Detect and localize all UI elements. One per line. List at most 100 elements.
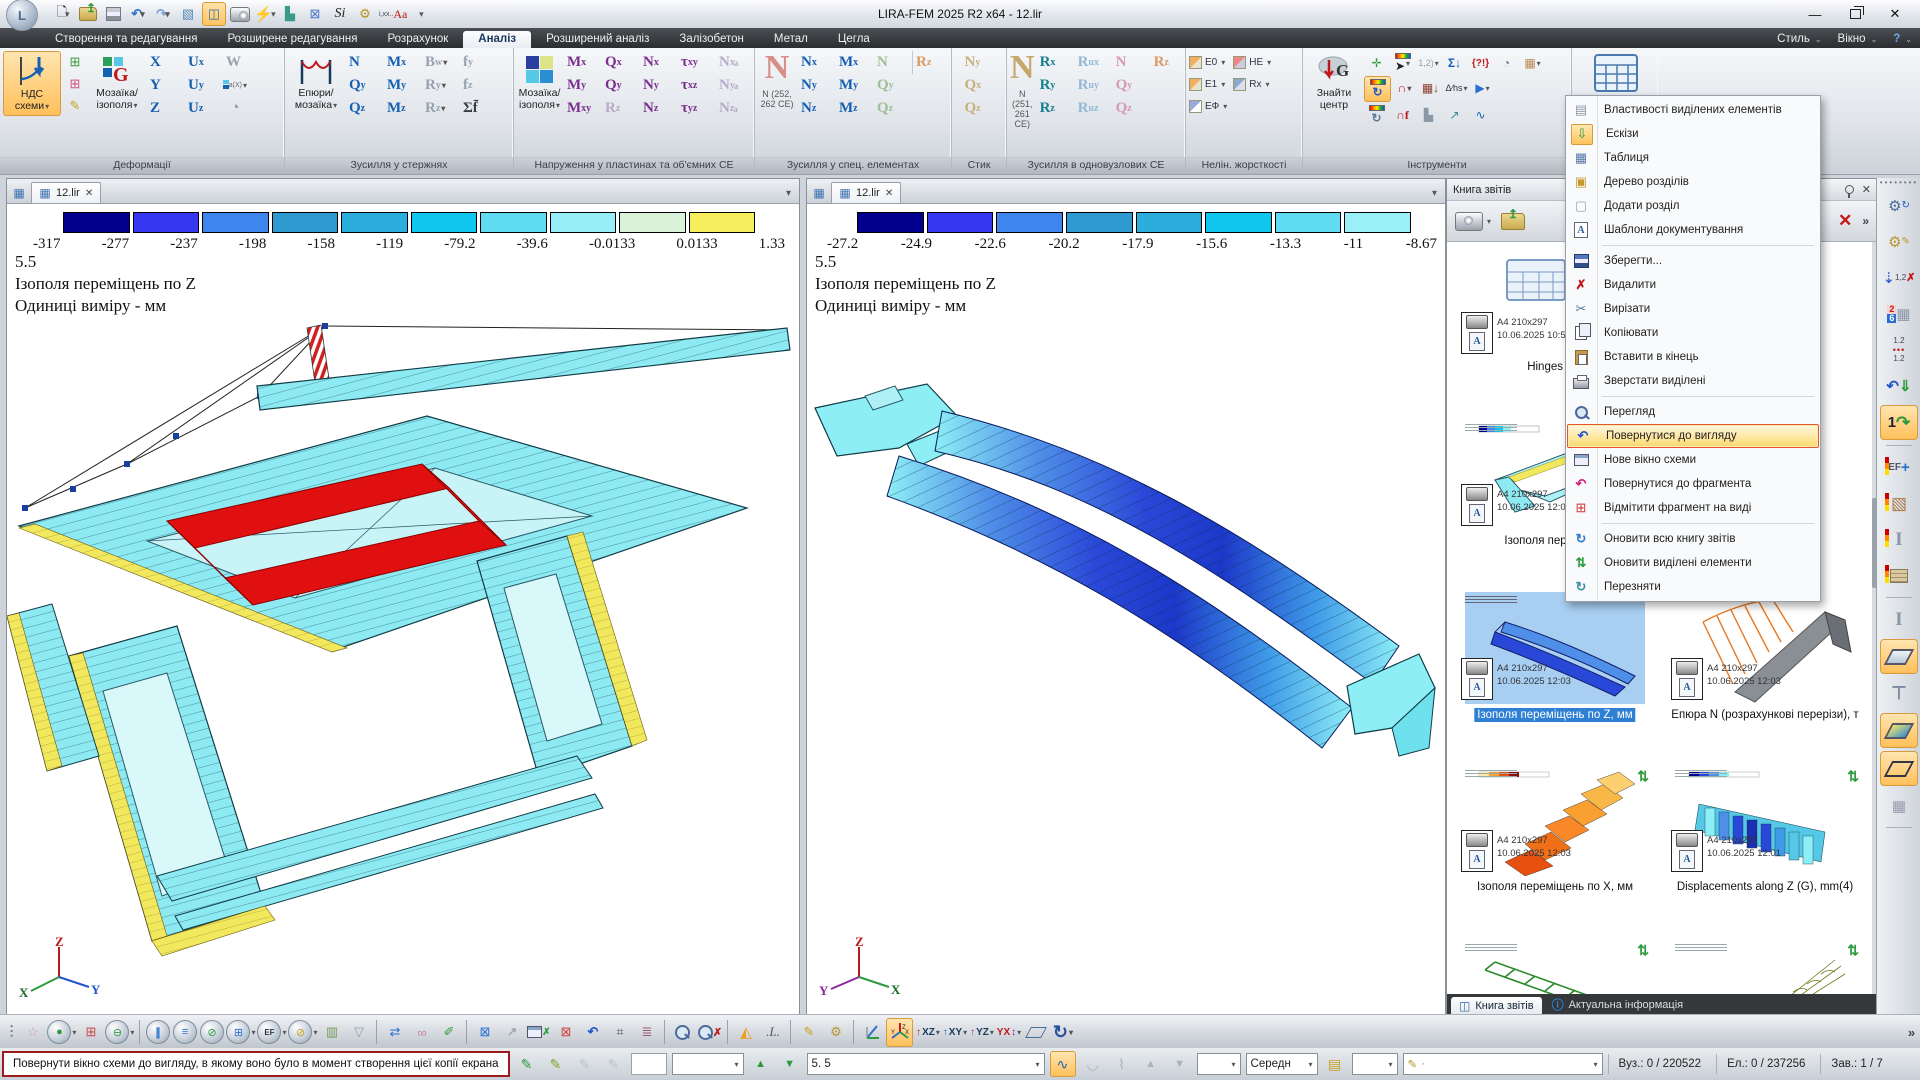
draw-pencil-icon[interactable]: ✎ [796, 1019, 821, 1046]
mesh-plate-icon[interactable]: ▦ [1881, 789, 1917, 822]
masonry-results-icon[interactable] [1881, 559, 1917, 592]
load-case-combo[interactable]: 5. 5▾ [807, 1053, 1045, 1075]
deformed-toggle-icon[interactable]: ∿ [1050, 1051, 1076, 1077]
cursor-scale-icon[interactable]: ➤▾ [1390, 51, 1415, 75]
settings-wrench-icon[interactable]: ⚙ [354, 3, 376, 25]
delta-hs-icon[interactable]: Δ∕hs▾ [1444, 76, 1469, 100]
result-letter-Qx[interactable]: Qx [602, 51, 638, 74]
select-grid-icon[interactable]: ⊞▾ [226, 1019, 255, 1046]
result-letter-Ny[interactable]: Ny [798, 74, 834, 97]
fragment-axes-icon[interactable]: ↗ [499, 1019, 524, 1046]
si-units-icon[interactable]: Si [329, 3, 351, 25]
menu-item-sketches[interactable]: ⇩Ескізи [1566, 122, 1820, 146]
select-horizontal-elements-icon[interactable]: ≡ [172, 1019, 197, 1046]
mosaic-isofields-button[interactable]: G Мозаїка/ ізополя▾ [89, 51, 145, 114]
new-document-icon[interactable]: 🗋▾ [52, 3, 74, 25]
local-epure-icon[interactable]: ∩f [1390, 103, 1415, 127]
t-section-icon[interactable]: ⊤ [1881, 677, 1917, 710]
ef-button[interactable]: ЕФ▾ [1189, 95, 1227, 117]
scale-refresh-icon[interactable]: ↻ [1364, 76, 1391, 102]
gear-pencil-icon[interactable]: ⚙ [823, 1019, 848, 1046]
result-letter-Rz[interactable]: Rz [602, 97, 638, 120]
result-letter-Ry[interactable]: Ry▾ [422, 74, 458, 97]
viewport-left-canvas[interactable]: -317-277-237-198-158-119-79.2-39.6-0.013… [7, 204, 799, 1015]
measure-pencil-icon[interactable]: ✎ [63, 95, 87, 117]
filter-icon[interactable]: ▽ [346, 1019, 371, 1046]
toolbar-options-icon[interactable]: ▾ [410, 3, 432, 25]
import-report-icon[interactable] [1501, 213, 1525, 230]
result-letter-τxy[interactable]: τxy [678, 51, 714, 74]
down-toggle-icon[interactable]: ▼ [1168, 1052, 1192, 1076]
menu-item-recapture[interactable]: ↻Перезняти [1566, 575, 1820, 599]
report-item-isofields-x[interactable]: ⇅ A A4 210x29710.06.2025 12:03 Ізополя п… [1455, 766, 1655, 894]
select-nodes-icon[interactable]: ●▾ [47, 1019, 76, 1046]
volume-cube-icon[interactable]: ▧ [1881, 487, 1917, 520]
run-analysis-icon[interactable]: ⚡▾ [254, 3, 276, 25]
tabbar-collapse-icon[interactable]: ▾ [786, 188, 799, 203]
prev-load-icon[interactable]: ▲ [749, 1052, 773, 1076]
report-item-partial-right[interactable]: ⇅ [1665, 940, 1865, 994]
menu-item-refresh-book[interactable]: ↻Оновити всю книгу звітів [1566, 527, 1820, 551]
fragment-hide-unselected-icon[interactable]: ⊠ [553, 1019, 578, 1046]
report-item-partial-left[interactable]: ⇅ [1455, 940, 1655, 994]
result-letter-Rz[interactable]: Rz [913, 51, 949, 74]
font-settings-icon[interactable]: i,xx..Aa [379, 3, 407, 25]
toolbar-handle[interactable]: ••• [8, 1025, 14, 1039]
zoom-window-icon[interactable] [670, 1019, 695, 1046]
result-letter-Rz[interactable]: Rz▾ [422, 97, 458, 120]
result-letter-Uz[interactable]: Uz [185, 97, 221, 120]
average-combo[interactable]: Середн▾ [1246, 1053, 1318, 1075]
close-button[interactable]: ✕ [1888, 8, 1902, 20]
menu-item-preview[interactable]: Перегляд [1566, 400, 1820, 424]
command-input[interactable]: ✎·▾ [1403, 1053, 1603, 1075]
result-letter-Ux[interactable]: Ux [185, 51, 221, 74]
menu-item-layout-selected[interactable]: Зверстати виділені [1566, 369, 1820, 393]
result-letter-My[interactable]: My [384, 74, 420, 97]
menu-item-doc-templates[interactable]: AШаблони документування [1566, 218, 1820, 242]
select-vertical-elements-icon[interactable]: ∥ [145, 1019, 170, 1046]
tab-brick[interactable]: Цегла [823, 31, 885, 48]
measure-length-icon[interactable]: .L. [760, 1019, 785, 1046]
select-chain-icon[interactable]: ∞ [409, 1019, 434, 1046]
plate-contour-icon[interactable] [1880, 751, 1918, 786]
menu-item-section-tree[interactable]: ▣Дерево розділів [1566, 170, 1820, 194]
undo-disabled-icon[interactable]: ✎ [573, 1052, 597, 1076]
tab-metal[interactable]: Метал [759, 31, 823, 48]
result-letter-τyz[interactable]: τyz [678, 97, 714, 120]
result-letter-N[interactable]: N [1113, 51, 1149, 74]
view-projection-icon[interactable] [1023, 1019, 1048, 1046]
load-scheme-icon[interactable]: ▙ [1416, 103, 1441, 127]
epure-arch-icon[interactable]: ∩▾ [1392, 76, 1417, 100]
results-3d-icon[interactable]: ▙ [279, 3, 301, 25]
mode-combo[interactable]: ▾ [672, 1053, 744, 1075]
result-letter-Qy[interactable]: Qy [346, 74, 382, 97]
wave-tool-icon[interactable]: ∿ [1468, 103, 1493, 127]
find-center-button[interactable]: G Знайти центр [1306, 51, 1362, 113]
epure-mosaic-button[interactable]: Епюри/ мозаїка▾ [288, 51, 344, 114]
result-letter-Z[interactable]: Z [147, 97, 183, 120]
initial-scheme-icon[interactable]: ⊞ [63, 51, 87, 73]
result-letter-Rux[interactable]: Rux [1075, 51, 1111, 74]
model-3d-icon[interactable]: ▧ [177, 3, 199, 25]
result-letter-Mx[interactable]: Mx [384, 51, 420, 74]
menu-item-paste-end[interactable]: Вставити в кінець [1566, 345, 1820, 369]
he-button[interactable]: НЕ▾ [1233, 51, 1271, 73]
tab-create-edit[interactable]: Створення та редагування [40, 31, 213, 48]
mosaic-ax-icon[interactable]: a(X)▾ [223, 74, 247, 96]
view-yx-icon[interactable]: YX↕▾ [996, 1019, 1021, 1046]
result-letter-X[interactable]: X [147, 51, 183, 74]
report-settings-icon[interactable]: ⚙↻ [1881, 189, 1917, 222]
result-letter-Qz[interactable]: Qz [346, 97, 382, 120]
result-letter-Rz[interactable]: Rz [1037, 97, 1073, 120]
sphere-view-icon[interactable]: ◔ [223, 96, 247, 118]
lock-icon[interactable]: ⊠ [304, 3, 326, 25]
result-letter-N[interactable]: N [346, 51, 382, 74]
next-load-icon[interactable]: ▼ [778, 1052, 802, 1076]
menu-style[interactable]: Стиль⌄ [1769, 31, 1829, 48]
legend-icon[interactable]: ▤ [1323, 1052, 1347, 1076]
result-letter-fz[interactable]: fz [460, 74, 496, 97]
box-section-icon[interactable] [1880, 713, 1918, 748]
menu-item-properties[interactable]: ▤Властивості виділених елементів [1566, 98, 1820, 122]
select-frame-nodes-icon[interactable]: ⊞ [78, 1019, 103, 1046]
viewport-right-canvas[interactable]: -27.2-24.9-22.6-20.2-17.9-15.6-13.3-11-8… [807, 204, 1445, 1015]
